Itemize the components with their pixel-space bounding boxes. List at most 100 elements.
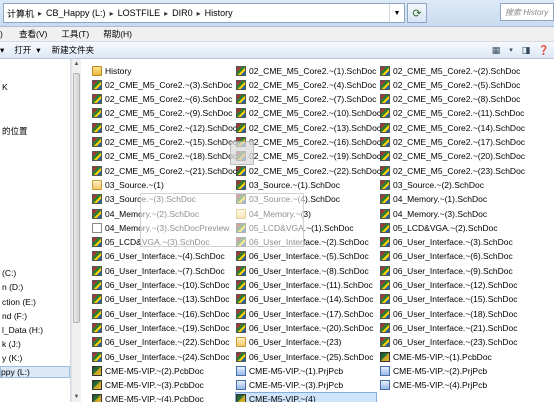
file-item[interactable]: 06_User_Interface.~(25).SchDoc xyxy=(236,350,376,363)
file-item[interactable]: 06_User_Interface.~(24).SchDoc xyxy=(92,350,232,363)
file-item[interactable]: 06_User_Interface.~(23).SchDoc xyxy=(380,336,550,349)
file-item[interactable]: 02_CME_M5_Core2.~(21).SchDoc xyxy=(92,164,237,177)
file-item[interactable]: 02_CME_M5_Core2.~(3).SchDoc xyxy=(92,78,232,91)
file-item[interactable]: 06_User_Interface.~(20).SchDoc xyxy=(236,321,376,334)
file-item[interactable]: 02_CME_M5_Core2.~(11).SchDoc xyxy=(380,107,550,120)
menu-item-view[interactable]: 查看(V) xyxy=(12,28,54,40)
breadcrumb-history[interactable]: History xyxy=(202,8,236,18)
nav-item-drive[interactable]: l_Data (H:) xyxy=(2,325,43,335)
file-item[interactable]: 02_CME_M5_Core2.~(15).SchDoc xyxy=(92,136,237,149)
file-item[interactable]: 06_User_Interface.~(10).SchDoc xyxy=(92,279,232,292)
file-item[interactable]: 02_CME_M5_Core2.~(14).SchDoc xyxy=(380,121,550,134)
file-item[interactable]: 06_User_Interface.~(6).SchDoc xyxy=(380,250,550,263)
scroll-down-icon[interactable]: ▼ xyxy=(72,392,81,402)
file-item[interactable]: 06_User_Interface.~(15).SchDoc xyxy=(380,293,550,306)
file-item[interactable]: 03_Source.~(1) xyxy=(92,178,232,191)
file-item[interactable]: 06_User_Interface.~(16).SchDoc xyxy=(92,307,232,320)
file-item[interactable]: 02_CME_M5_Core2.~(10).SchDoc xyxy=(236,107,381,120)
nav-item-drive[interactable]: n (D:) xyxy=(2,282,23,292)
address-dropdown-icon[interactable]: ▼ xyxy=(389,4,404,22)
file-item[interactable]: 06_User_Interface.~(12).SchDoc xyxy=(380,279,550,292)
file-item[interactable]: 06_User_Interface.~(7).SchDoc xyxy=(92,264,232,277)
search-input[interactable]: 搜索 History xyxy=(500,3,554,21)
navigation-scrollbar[interactable]: ▲ ▼ xyxy=(71,59,81,402)
nav-item-drive-selected[interactable]: ppy (L:) xyxy=(0,366,70,378)
file-item[interactable]: 02_CME_M5_Core2.~(23).SchDoc xyxy=(380,164,550,177)
file-item[interactable]: 06_User_Interface.~(22).SchDoc xyxy=(92,336,232,349)
refresh-button[interactable]: ⟳ xyxy=(407,3,427,23)
file-item[interactable]: CME-M5-VIP.~(2).PrjPcb xyxy=(380,364,550,377)
file-item[interactable]: 02_CME_M5_Core2.~(17).SchDoc xyxy=(380,136,550,149)
file-item[interactable]: 02_CME_M5_Core2.~(13).SchDoc xyxy=(236,121,381,134)
file-item[interactable]: 02_CME_M5_Core2.~(22).SchDoc xyxy=(236,164,381,177)
file-item[interactable]: 06_User_Interface.~(21).SchDoc xyxy=(380,321,550,334)
nav-item-drive[interactable]: k (J:) xyxy=(2,339,21,349)
file-name: 02_CME_M5_Core2.~(14).SchDoc xyxy=(393,122,526,133)
file-item[interactable]: CME-M5-VIP.~(2).PcbDoc xyxy=(92,364,232,377)
file-item[interactable]: 06_User_Interface.~(14).SchDoc xyxy=(236,293,376,306)
file-item[interactable]: 06_User_Interface.~(9).SchDoc xyxy=(380,264,550,277)
file-item[interactable]: CME-M5-VIP.~(4).PrjPcb xyxy=(380,379,550,392)
file-item[interactable]: 03_Source.~(1).SchDoc xyxy=(236,178,376,191)
file-item[interactable]: 02_CME_M5_Core2.~(2).SchDoc xyxy=(380,64,550,77)
view-dropdown-icon[interactable]: ▾ xyxy=(508,45,514,56)
nav-item[interactable]: K xyxy=(2,82,8,92)
file-item[interactable]: 05_LCD&VGA.~(2).SchDoc xyxy=(380,221,550,234)
file-item[interactable]: 02_CME_M5_Core2.~(5).SchDoc xyxy=(380,78,550,91)
file-item[interactable]: 06_User_Interface.~(18).SchDoc xyxy=(380,307,550,320)
open-dropdown-icon[interactable]: ▾ xyxy=(36,45,46,56)
file-item[interactable]: 04_Memory.~(1).SchDoc xyxy=(380,193,550,206)
breadcrumb-dir0[interactable]: DIR0 xyxy=(169,8,196,18)
file-item[interactable]: 06_User_Interface.~(17).SchDoc xyxy=(236,307,376,320)
file-item[interactable]: 06_User_Interface.~(13).SchDoc xyxy=(92,293,232,306)
file-item[interactable]: 06_User_Interface.~(5).SchDoc xyxy=(236,250,376,263)
scroll-thumb[interactable] xyxy=(73,73,80,323)
nav-item-drive[interactable]: y (K:) xyxy=(2,353,22,363)
file-item[interactable]: CME-M5-VIP.~(4) xyxy=(235,391,377,402)
file-item[interactable]: 06_User_Interface.~(19).SchDoc xyxy=(92,321,232,334)
file-item[interactable]: 06_User_Interface.~(3).SchDoc xyxy=(380,236,550,249)
new-folder-button[interactable]: 新建文件夹 xyxy=(47,44,100,56)
open-button[interactable]: 打开 xyxy=(9,44,36,56)
preview-pane-icon[interactable]: ◨ xyxy=(520,45,532,56)
file-item[interactable]: 06_User_Interface.~(23) xyxy=(236,336,376,349)
file-item[interactable]: 06_User_Interface.~(4).SchDoc xyxy=(92,250,232,263)
nav-item[interactable]: 的位置 xyxy=(2,125,28,137)
breadcrumb-computer[interactable]: 计算机 xyxy=(4,7,37,20)
file-item[interactable]: 02_CME_M5_Core2.~(9).SchDoc xyxy=(92,107,232,120)
dropdown-icon[interactable]: ▾ xyxy=(0,45,9,56)
scroll-up-icon[interactable]: ▲ xyxy=(72,59,81,69)
file-item[interactable]: 03_Source.~(2).SchDoc xyxy=(380,178,550,191)
file-item[interactable]: 04_Memory.~(3).SchDoc xyxy=(380,207,550,220)
nav-item-drive[interactable]: nd (F:) xyxy=(2,311,27,321)
file-item[interactable]: CME-M5-VIP.~(1).PrjPcb xyxy=(236,364,376,377)
menu-item-tools[interactable]: 工具(T) xyxy=(54,28,96,40)
view-mode-icon[interactable]: ▦ xyxy=(490,45,502,56)
breadcrumb-lostfile[interactable]: LOSTFILE xyxy=(115,8,164,18)
nav-item-drive[interactable]: ction (E:) xyxy=(2,297,36,307)
file-item[interactable]: 02_CME_M5_Core2.~(1).SchDoc xyxy=(236,64,376,77)
file-item[interactable]: 02_CME_M5_Core2.~(4).SchDoc xyxy=(236,78,376,91)
file-item[interactable]: 02_CME_M5_Core2.~(8).SchDoc xyxy=(380,93,550,106)
file-item[interactable]: 02_CME_M5_Core2.~(12).SchDoc xyxy=(92,121,237,134)
file-item[interactable]: 02_CME_M5_Core2.~(16).SchDoc xyxy=(236,136,381,149)
file-item[interactable]: 02_CME_M5_Core2.~(19).SchDoc xyxy=(236,150,381,163)
file-name: CME-M5-VIP.~(3).PrjPcb xyxy=(249,380,344,391)
nav-item-drive[interactable]: (C:) xyxy=(2,268,16,278)
file-item[interactable]: CME-M5-VIP.~(4).PcbDoc xyxy=(92,393,232,402)
menu-item-cut[interactable]: ) xyxy=(0,29,12,39)
breadcrumb-drive[interactable]: CB_Happy (L:) xyxy=(43,8,109,18)
file-item[interactable]: History xyxy=(92,64,232,77)
file-item[interactable]: 06_User_Interface.~(8).SchDoc xyxy=(236,264,376,277)
menu-item-help[interactable]: 帮助(H) xyxy=(96,28,139,40)
file-item[interactable]: CME-M5-VIP.~(3).PrjPcb xyxy=(236,379,376,392)
file-item[interactable]: 02_CME_M5_Core2.~(20).SchDoc xyxy=(380,150,550,163)
help-icon[interactable]: ❓ xyxy=(538,45,550,56)
file-item[interactable]: CME-M5-VIP.~(1).PcbDoc xyxy=(380,350,550,363)
address-bar[interactable]: 计算机 ▸ CB_Happy (L:) ▸ LOSTFILE ▸ DIR0 ▸ … xyxy=(3,3,405,23)
file-item[interactable]: CME-M5-VIP.~(3).PcbDoc xyxy=(92,379,232,392)
file-item[interactable]: 06_User_Interface.~(11).SchDoc xyxy=(236,279,376,292)
file-item[interactable]: 02_CME_M5_Core2.~(6).SchDoc xyxy=(92,93,232,106)
file-item[interactable]: 02_CME_M5_Core2.~(18).SchDoc xyxy=(92,150,237,163)
file-item[interactable]: 02_CME_M5_Core2.~(7).SchDoc xyxy=(236,93,376,106)
